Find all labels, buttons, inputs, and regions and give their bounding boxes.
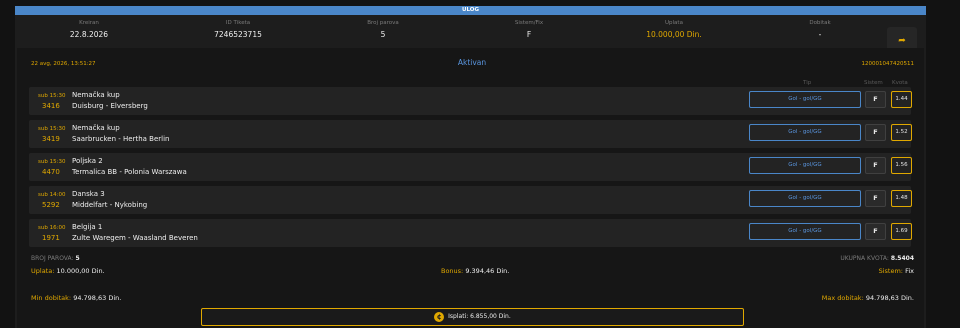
total-odds: UKUPNA KVOTA: 8.5404	[840, 255, 914, 262]
match-time: sub 14:00	[38, 192, 66, 198]
summary-ticket-id: ID Tiketa 7246523715	[178, 20, 298, 39]
ticket-panel: ULOG Kreiran 22.8.2026 ID Tiketa 7246523…	[15, 6, 926, 328]
total-odds-label: UKUPNA KVOTA:	[840, 255, 889, 262]
match-teams: Duisburg - Elversberg	[72, 102, 148, 110]
summary-created-label: Kreiran	[79, 20, 99, 26]
bonus-value: 9.394,46 Din.	[465, 267, 510, 275]
stake: Uplata: 10.000,00 Din.	[31, 267, 105, 275]
ticket-details: 22 avg, 2026, 13:51:27 Aktivan 120001047…	[17, 48, 924, 328]
match-time: sub 16:00	[38, 225, 66, 231]
match-odd: 1.69	[891, 223, 912, 240]
summary-created: Kreiran 22.8.2026	[29, 20, 149, 39]
match-tip-button[interactable]: Gol - gol/GG	[749, 157, 861, 174]
summary-created-value: 22.8.2026	[69, 30, 109, 39]
min-win: Min dobitak: 94.798,63 Din.	[31, 294, 121, 302]
match-odd: 1.52	[891, 124, 912, 141]
column-header-sistem: Sistem	[864, 80, 883, 86]
match-time: sub 15:30	[38, 159, 66, 165]
summary-ticket-id-value: 7246523715	[214, 30, 262, 39]
summary-ticket-id-label: ID Tiketa	[225, 20, 251, 26]
total-odds-value: 8.5404	[890, 255, 914, 262]
match-code: 1971	[42, 234, 60, 242]
total-pairs-label: BROJ PAROVA:	[31, 255, 74, 262]
match-row: sub 15:30 4470 Poljska 2 Termalica BB - …	[29, 153, 912, 181]
match-league: Nemačka kup	[72, 91, 120, 99]
summary-win: Dobitak -	[760, 20, 880, 39]
summary-win-label: Dobitak	[809, 20, 831, 26]
summary-system: Sistem/Fix F	[469, 20, 589, 39]
match-odd: 1.48	[891, 190, 912, 207]
match-code: 3416	[42, 102, 60, 110]
match-tip-button[interactable]: Gol - gol/GG	[749, 223, 861, 240]
total-pairs: BROJ PAROVA: 5	[31, 255, 80, 262]
match-row: sub 14:00 5292 Danska 3 Middelfart - Nyk…	[29, 186, 912, 214]
coin-icon: ¢	[434, 311, 445, 322]
match-code: 3419	[42, 135, 60, 143]
match-fix-button[interactable]: F	[865, 91, 886, 108]
summary-system-label: Sistem/Fix	[514, 20, 544, 26]
match-code: 5292	[42, 201, 60, 209]
min-win-label: Min dobitak:	[31, 294, 72, 302]
match-tip-button[interactable]: Gol - gol/GG	[749, 190, 861, 207]
summary-system-value: F	[526, 30, 532, 39]
match-league: Danska 3	[72, 190, 105, 198]
stake-value: 10.000,00 Din.	[56, 267, 105, 275]
payout-label: Isplati: 6.855,00 Din.	[448, 313, 511, 320]
min-win-value: 94.798,63 Din.	[73, 294, 122, 302]
bonus-label: Bonus:	[441, 267, 464, 275]
system-value: Fix	[905, 267, 914, 275]
match-fix-button[interactable]: F	[865, 157, 886, 174]
match-tip-button[interactable]: Gol - gol/GG	[749, 124, 861, 141]
share-arrow-icon: ➦	[898, 36, 906, 46]
ticket-status: Aktivan	[457, 58, 487, 67]
summary-stake-label: Uplata	[665, 20, 683, 26]
panel-title: ULOG	[15, 6, 926, 15]
summary-win-value: -	[818, 30, 822, 39]
stake-label: Uplata:	[31, 267, 55, 275]
match-row: sub 16:00 1971 Belgija 1 Zulte Waregem -…	[29, 219, 912, 247]
match-row: sub 15:30 3416 Nemačka kup Duisburg - El…	[29, 87, 912, 115]
match-tip-button[interactable]: Gol - gol/GG	[749, 91, 861, 108]
match-odd: 1.44	[891, 91, 912, 108]
match-league: Belgija 1	[72, 223, 103, 231]
bonus: Bonus: 9.394,46 Din.	[441, 267, 509, 275]
ticket-summary: Kreiran 22.8.2026 ID Tiketa 7246523715 B…	[15, 17, 926, 55]
ticket-number: 120001047420511	[861, 61, 915, 67]
system: Sistem: Fix	[879, 267, 914, 275]
match-time: sub 15:30	[38, 126, 66, 132]
match-row: sub 15:30 3419 Nemačka kup Saarbrucken -…	[29, 120, 912, 148]
summary-pairs-label: Broj parova	[367, 20, 399, 26]
payout-button[interactable]: ¢ Isplati: 6.855,00 Din.	[201, 308, 744, 326]
summary-stake-value: 10.000,00 Din.	[646, 30, 702, 39]
match-teams: Termalica BB - Polonia Warszawa	[72, 168, 187, 176]
match-fix-button[interactable]: F	[865, 223, 886, 240]
match-odd: 1.56	[891, 157, 912, 174]
match-league: Poljska 2	[72, 157, 103, 165]
match-time: sub 15:30	[38, 93, 66, 99]
total-pairs-value: 5	[75, 255, 80, 262]
column-header-tip: Tip	[803, 80, 812, 86]
max-win: Max dobitak: 94.798,63 Din.	[822, 294, 914, 302]
summary-stake: Uplata 10.000,00 Din.	[614, 20, 734, 39]
match-teams: Middelfart - Nykobing	[72, 201, 148, 209]
match-fix-button[interactable]: F	[865, 124, 886, 141]
match-code: 4470	[42, 168, 60, 176]
match-fix-button[interactable]: F	[865, 190, 886, 207]
match-league: Nemačka kup	[72, 124, 120, 132]
summary-pairs-value: 5	[380, 30, 386, 39]
column-header-kvota: Kvota	[892, 80, 908, 86]
match-teams: Zulte Waregem - Waasland Beveren	[72, 234, 198, 242]
max-win-label: Max dobitak:	[821, 294, 864, 302]
system-label: Sistem:	[878, 267, 903, 275]
match-teams: Saarbrucken - Hertha Berlin	[72, 135, 170, 143]
ticket-date: 22 avg, 2026, 13:51:27	[31, 61, 96, 67]
summary-pairs: Broj parova 5	[323, 20, 443, 39]
max-win-value: 94.798,63 Din.	[865, 294, 914, 302]
